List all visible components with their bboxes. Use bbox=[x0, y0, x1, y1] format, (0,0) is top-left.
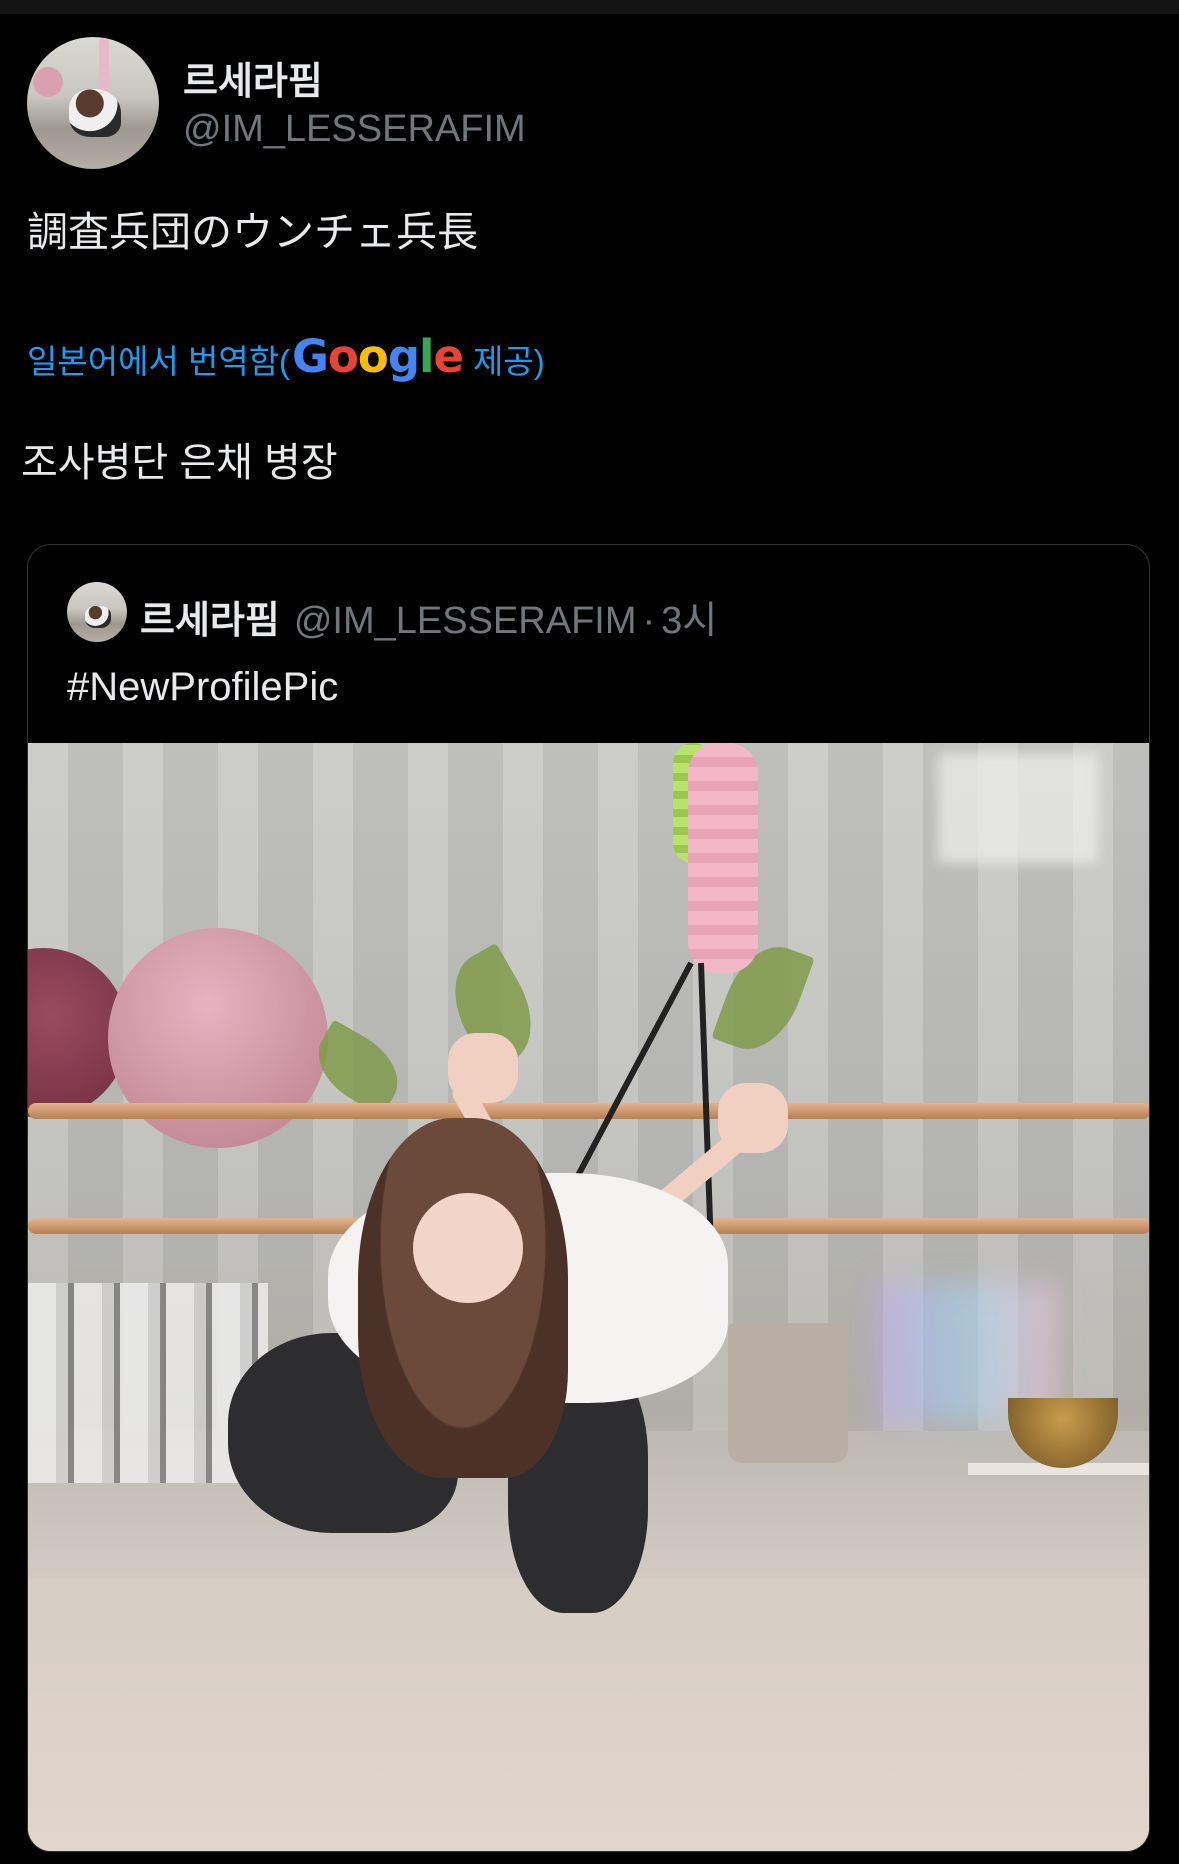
quoted-photo[interactable] bbox=[28, 743, 1149, 1851]
quoted-text[interactable]: #NewProfilePic bbox=[67, 665, 338, 710]
avatar-photo-figure bbox=[69, 89, 121, 137]
author-display-name[interactable]: 르세라핌 bbox=[183, 50, 323, 105]
quoted-timestamp[interactable]: 3시 bbox=[661, 589, 717, 644]
quoted-avatar[interactable] bbox=[67, 582, 127, 642]
avatar[interactable] bbox=[27, 37, 159, 169]
singing-bowl bbox=[1008, 1398, 1118, 1468]
quoted-header: 르세라핌 @IM_LESSERAFIM · 3시 bbox=[140, 589, 717, 644]
ballet-barre-upper bbox=[28, 1103, 1149, 1119]
google-logo: Google bbox=[292, 330, 464, 383]
plant-pot bbox=[728, 1323, 848, 1463]
quoted-separator: · bbox=[642, 600, 656, 642]
avatar-photo-ball bbox=[33, 67, 63, 97]
bungee-rope bbox=[688, 743, 758, 973]
avatar-photo-rope bbox=[99, 37, 109, 95]
translated-text: 조사병단 은채 병장 bbox=[21, 441, 338, 485]
quoted-avatar-figure bbox=[85, 606, 111, 628]
quoted-tweet-card[interactable]: 르세라핌 @IM_LESSERAFIM · 3시 #NewProfilePic bbox=[27, 544, 1150, 1852]
translate-suffix: 제공) bbox=[473, 342, 545, 380]
tweet-text: 調査兵団のウンチェ兵長 bbox=[27, 209, 478, 255]
quoted-handle[interactable]: @IM_LESSERAFIM bbox=[294, 600, 637, 643]
author-handle[interactable]: @IM_LESSERAFIM bbox=[183, 108, 526, 151]
quoted-display-name[interactable]: 르세라핌 bbox=[140, 589, 280, 644]
translate-prefix: 일본어에서 번역함( bbox=[27, 342, 291, 380]
translate-link[interactable]: 일본어에서 번역함( Google 제공) bbox=[27, 330, 545, 385]
status-strip bbox=[0, 0, 1179, 14]
